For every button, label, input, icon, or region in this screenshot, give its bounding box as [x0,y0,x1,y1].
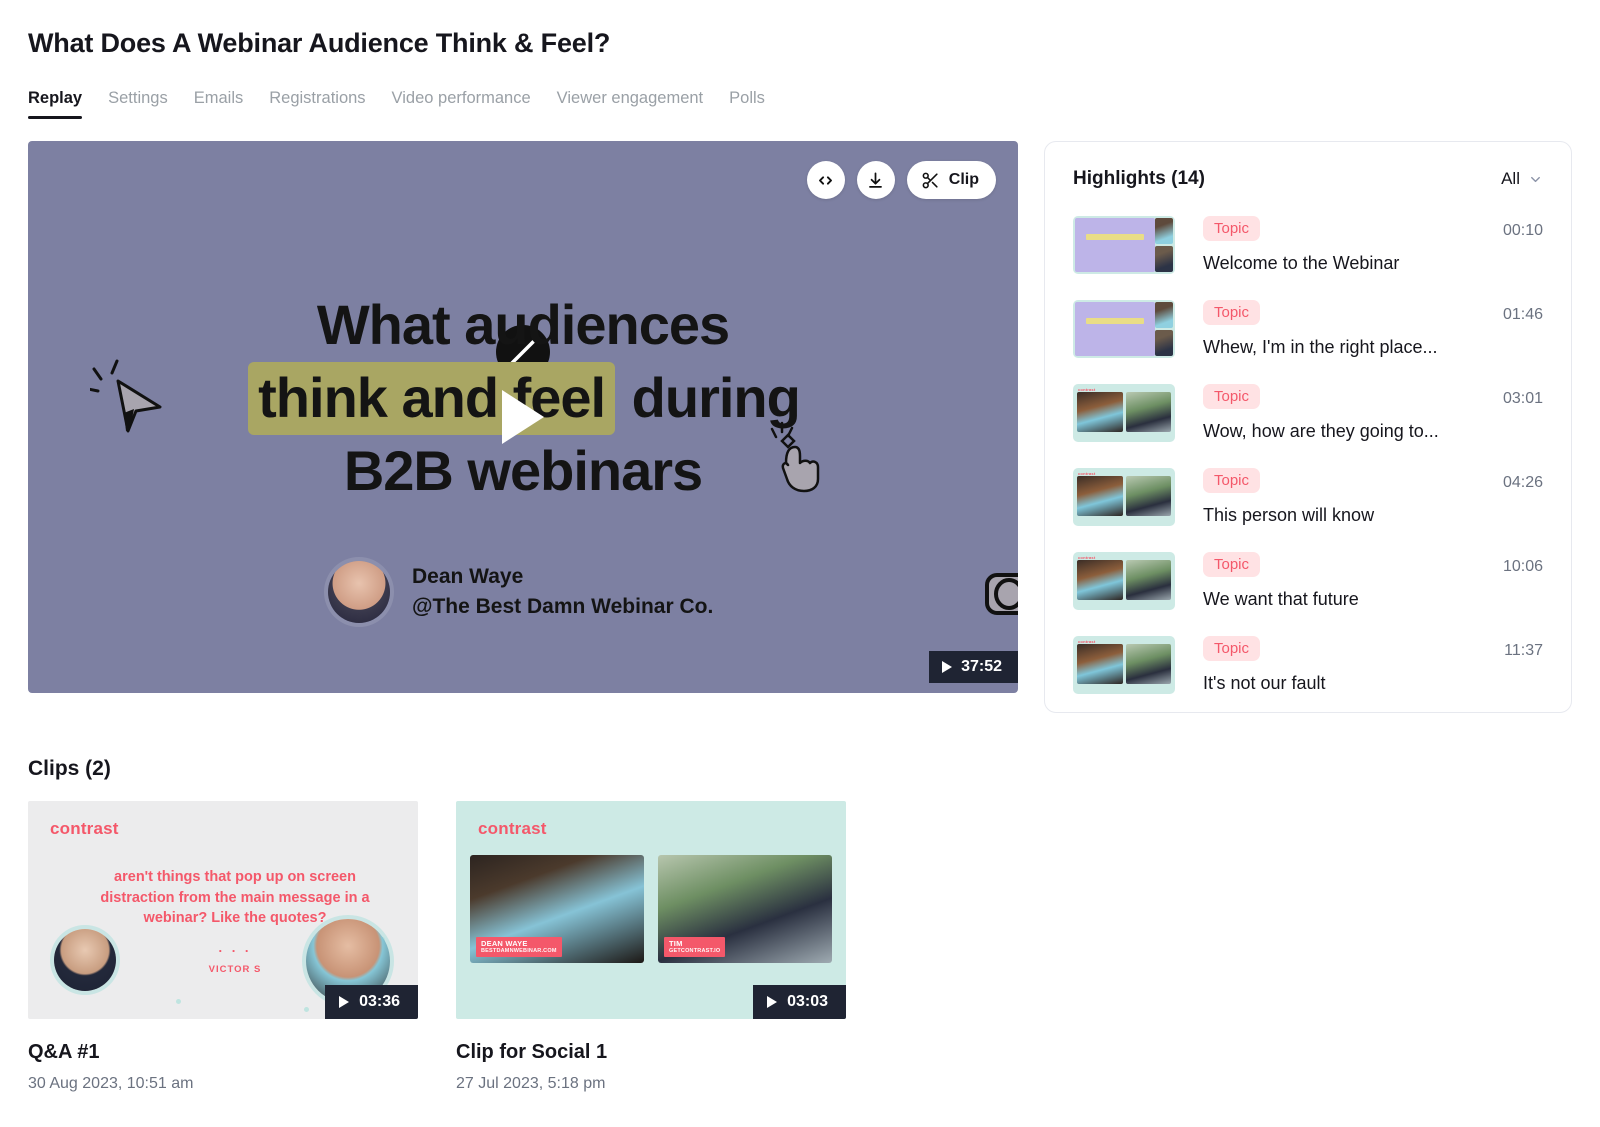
highlight-thumbnail [1073,300,1175,358]
speaker-handle-right: GETCONTRAST.IO [669,948,721,955]
presenter-org: @The Best Damn Webinar Co. [412,595,714,618]
tab-settings[interactable]: Settings [108,89,168,119]
highlight-thumbnail: contrast [1073,384,1175,442]
highlight-text: It's not our fault [1203,673,1326,693]
highlight-item[interactable]: contrast Topic Wow, how are they going t… [1073,372,1543,456]
tab-emails[interactable]: Emails [194,89,244,119]
highlight-item[interactable]: contrast Topic This person will know 04:… [1073,456,1543,540]
clip-button[interactable]: Clip [906,161,996,199]
clip-card[interactable]: contrast aren't things that pop up on sc… [28,801,418,1093]
highlight-timestamp: 01:46 [1502,306,1543,323]
clip-duration-badge: 03:03 [753,985,846,1019]
play-triangle-icon [339,996,350,1008]
contrast-logo: contrast [478,819,547,838]
highlight-text: This person will know [1203,505,1375,525]
presenter-name: Dean Waye [412,564,524,588]
download-icon [869,172,883,188]
highlight-badge: Topic [1203,300,1261,325]
presenter-avatar [328,561,390,623]
clip-card[interactable]: contrast DEAN WAYE BESTDAMNWEBINAR.COM T… [456,801,846,1093]
presenter-block: Dean Waye @The Best Damn Webinar Co. [328,561,713,623]
highlight-timestamp: 11:37 [1504,642,1543,659]
chevron-down-icon [1531,176,1540,182]
highlight-badge: Topic [1203,384,1261,409]
player-controls: Clip [806,161,996,199]
highlight-text: Wow, how are they going to... [1203,421,1439,441]
video-player[interactable]: Clip What audiences think and feel durin… [28,141,1018,693]
tab-video-performance[interactable]: Video performance [392,89,531,119]
camera-tile-right: TIM GETCONTRAST.IO [658,855,832,963]
code-brackets-icon [819,175,833,185]
slide-title-line2-rest: during [631,365,801,429]
speaker-handle-left: BESTDAMNWEBINAR.COM [481,948,557,955]
tab-registrations[interactable]: Registrations [269,89,365,119]
clip-name: Q&A #1 [28,1041,100,1063]
quote-avatar-left [54,929,116,991]
highlight-item[interactable]: Topic Whew, I'm in the right place... 01… [1073,288,1543,372]
slide-title-line1: What audiences [316,293,730,356]
contrast-logo: contrast [50,819,119,838]
highlight-badge: Topic [1203,216,1261,241]
clip-camera-grid: DEAN WAYE BESTDAMNWEBINAR.COM TIM GETCON… [470,855,832,963]
highlight-text: Welcome to the Webinar [1203,253,1400,273]
download-button[interactable] [856,161,895,199]
clip-thumbnail: contrast DEAN WAYE BESTDAMNWEBINAR.COM T… [456,801,846,1019]
highlight-text: Whew, I'm in the right place... [1203,337,1438,357]
clip-duration-text: 03:36 [359,993,400,1010]
clips-list: contrast aren't things that pop up on sc… [28,801,1572,1093]
highlight-item[interactable]: Topic Welcome to the Webinar 00:10 [1073,204,1543,288]
highlight-badge: Topic [1203,552,1261,577]
highlights-title: Highlights (14) [1073,168,1205,189]
highlight-item[interactable]: contrast Topic We want that future 10:06 [1073,540,1543,624]
goggles-doodle-icon [985,573,1018,615]
highlight-badge: Topic [1203,468,1261,493]
highlights-list: Topic Welcome to the Webinar 00:10 Topic… [1045,204,1571,708]
tab-viewer-engagement[interactable]: Viewer engagement [557,89,703,119]
highlight-thumbnail: contrast [1073,552,1175,610]
highlight-item[interactable]: contrast Topic It's not our fault 11:37 [1073,624,1543,708]
video-duration-text: 37:52 [961,658,1002,675]
highlight-badge: Topic [1203,636,1261,661]
main-content: Clip What audiences think and feel durin… [28,141,1572,713]
camera-tile-left: DEAN WAYE BESTDAMNWEBINAR.COM [470,855,644,963]
highlight-timestamp: 03:01 [1502,390,1543,407]
scissors-icon [922,172,938,188]
page-title: What Does A Webinar Audience Think & Fee… [28,28,611,58]
clip-duration-text: 03:03 [787,993,828,1010]
clip-thumbnail: contrast aren't things that pop up on sc… [28,801,418,1019]
clips-section-title: Clips (2) [28,757,111,780]
highlight-thumbnail: contrast [1073,636,1175,694]
play-triangle-icon [767,996,778,1008]
replay-page: What Does A Webinar Audience Think & Fee… [0,0,1600,1127]
slide-title-line3: B2B webinars [343,438,703,502]
clip-date: 27 Jul 2023, 5:18 pm [456,1075,606,1092]
clip-duration-badge: 03:36 [325,985,418,1019]
highlight-thumbnail [1073,216,1175,274]
highlights-header: Highlights (14) All [1045,142,1571,204]
clip-name: Clip for Social 1 [456,1041,608,1063]
clip-button-label: Clip [948,171,979,188]
highlights-panel: Highlights (14) All Topic Welcome to the… [1044,141,1572,713]
highlight-timestamp: 10:06 [1502,558,1543,575]
highlight-timestamp: 00:10 [1502,222,1543,239]
highlight-text: We want that future [1203,589,1359,609]
video-duration-badge: 37:52 [929,651,1018,683]
speaker-name-left: DEAN WAYE [481,938,528,948]
play-button-overlay[interactable] [502,390,544,444]
highlight-thumbnail: contrast [1073,468,1175,526]
clip-date: 30 Aug 2023, 10:51 am [28,1075,194,1092]
tab-polls[interactable]: Polls [729,89,765,119]
tab-bar: Replay Settings Emails Registrations Vid… [28,83,1572,119]
speaker-nametag-right: TIM GETCONTRAST.IO [664,936,726,957]
play-triangle-icon [942,661,953,673]
speaker-nametag-left: DEAN WAYE BESTDAMNWEBINAR.COM [476,936,562,957]
embed-code-button[interactable] [806,161,845,199]
speaker-name-right: TIM [669,938,683,948]
highlight-timestamp: 04:26 [1502,474,1543,491]
highlights-filter-label: All [1501,169,1520,188]
highlights-filter-dropdown[interactable]: All [1501,169,1543,189]
slide-title-highlight: think and feel [248,361,616,435]
tab-replay[interactable]: Replay [28,89,83,119]
